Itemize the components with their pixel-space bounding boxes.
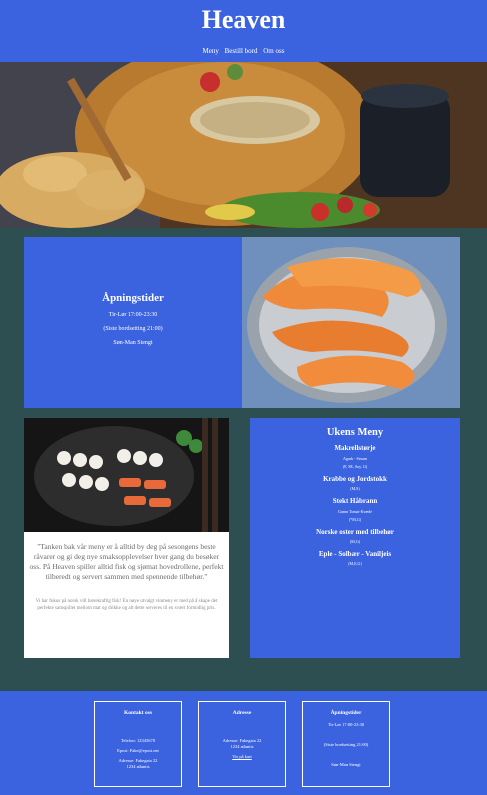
dish-description: Grønn Tomat-Kvæde bbox=[338, 509, 372, 514]
site-header: Heaven Meny Bestill bord Om oss bbox=[0, 0, 487, 62]
dish-allergens: (M,S) bbox=[350, 486, 360, 491]
main-nav: Meny Bestill bord Om oss bbox=[0, 47, 487, 55]
footer-address-box: Adresse Adresse: Fakegata 22 1234 atlant… bbox=[198, 701, 286, 787]
philosophy-card: "Tanken bak vår meny er å alltid by deg … bbox=[24, 418, 229, 658]
dish-allergens: (M,G) bbox=[349, 539, 361, 544]
opening-hours-title: Åpningstider bbox=[102, 292, 164, 304]
site-title[interactable]: Heaven bbox=[0, 0, 487, 35]
dish-name: Stekt Håbrann bbox=[332, 497, 378, 505]
about-text: Vi har fokus på norsk vill bærekraftig f… bbox=[35, 599, 218, 611]
nav-about-link[interactable]: Om oss bbox=[263, 47, 284, 55]
footer-phone: Telefon: 12345678 bbox=[120, 738, 156, 743]
site-footer: Kontakt oss Telefon: 12345678 Epost: Fak… bbox=[0, 691, 487, 795]
dish-description: Agurk - Sesam bbox=[343, 456, 367, 461]
footer-contact-title: Kontakt oss bbox=[124, 710, 152, 716]
dish-name: Makrellstørje bbox=[334, 444, 376, 452]
philosophy-quote: "Tanken bak vår meny er å alltid by deg … bbox=[29, 542, 224, 581]
weekly-menu-title: Ukens Meny bbox=[326, 427, 384, 438]
footer-hours-last-seating: (Siste bordsetting 21:00) bbox=[323, 742, 369, 747]
nav-menu-link[interactable]: Meny bbox=[203, 47, 219, 55]
footer-hours-box: Åpningstider Tir-Lør 17:00-23:30 (Siste … bbox=[302, 701, 390, 787]
dish-allergens: (*M,G) bbox=[348, 517, 362, 522]
hero-food-photo bbox=[0, 62, 487, 228]
hours-last-seating: (Siste bordsetting 21:00) bbox=[103, 326, 163, 332]
nav-book-table-link[interactable]: Bestill bord bbox=[225, 47, 258, 55]
shrimp-photo bbox=[242, 237, 460, 408]
dish-allergens: (M,E,G) bbox=[348, 561, 362, 566]
dish-allergens: (F, SE, Soy, G) bbox=[342, 464, 368, 469]
footer-contact-city: 1234 atlantis bbox=[126, 764, 150, 769]
section-divider bbox=[0, 228, 487, 236]
dish-name: Eple - Solbær - Vaniljeis bbox=[318, 550, 392, 558]
sushi-photo bbox=[24, 418, 229, 532]
weekly-menu-panel: Ukens Meny Makrellstørje Agurk - Sesam (… bbox=[250, 418, 460, 658]
footer-email: Epost: Fake@epost.net bbox=[117, 748, 159, 753]
footer-address-city: 1234 atlantis bbox=[230, 744, 254, 749]
footer-contact-box: Kontakt oss Telefon: 12345678 Epost: Fak… bbox=[94, 701, 182, 787]
footer-address-title: Adresse bbox=[232, 710, 252, 716]
footer-hours-title: Åpningstider bbox=[330, 710, 362, 716]
dish-name: Krabbe og Jordstokk bbox=[323, 475, 387, 483]
hours-closed: Søn-Man Stengt bbox=[113, 340, 153, 346]
footer-hours-weekdays: Tir-Lør 17:00-23:30 bbox=[327, 722, 365, 727]
hours-weekdays: Tir-Lør 17:00-23:30 bbox=[108, 312, 158, 318]
dish-name: Norske oster med tilbehør bbox=[316, 528, 394, 536]
footer-hours-closed: Søn-Man Stengt bbox=[331, 762, 361, 767]
opening-hours-panel: Åpningstider Tir-Lør 17:00-23:30 (Siste … bbox=[24, 237, 242, 408]
map-link[interactable]: Vis på kart bbox=[199, 754, 285, 760]
